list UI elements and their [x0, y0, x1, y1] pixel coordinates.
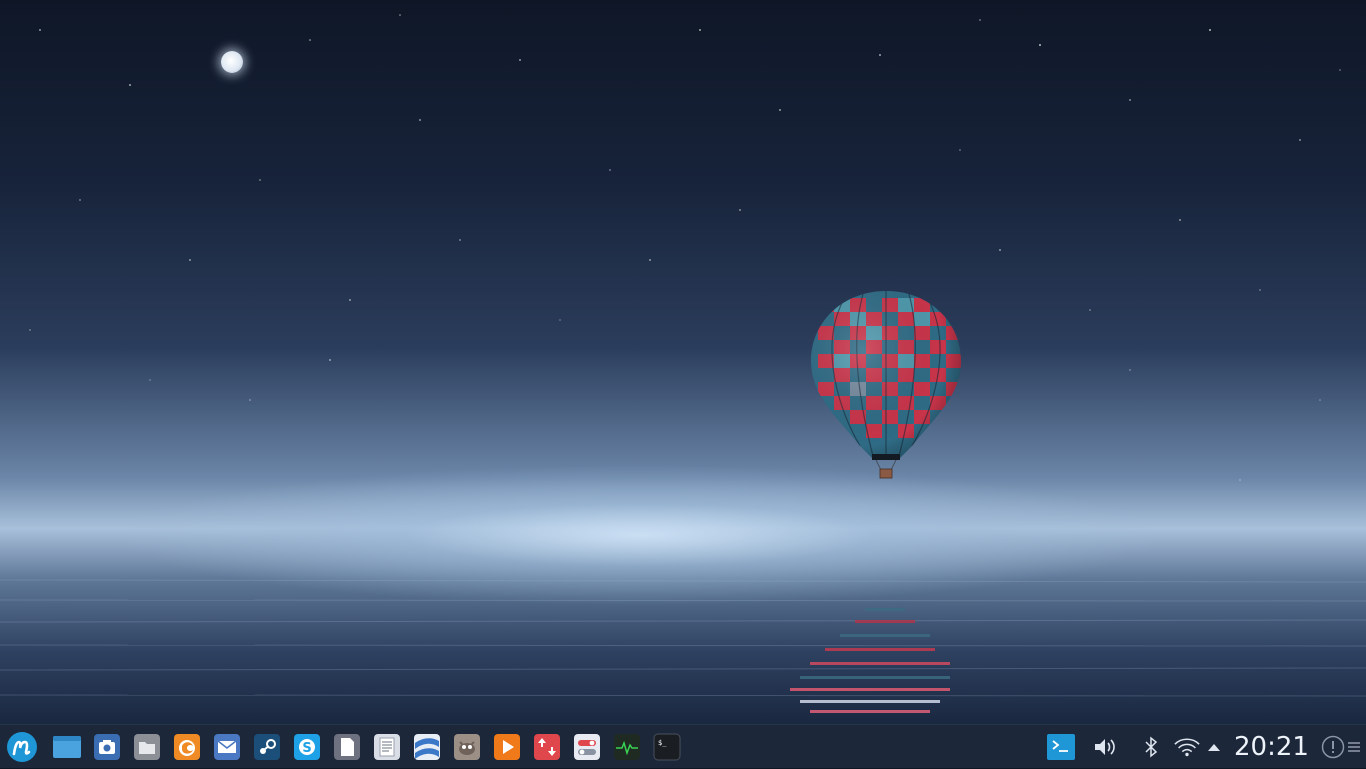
hot-air-balloon-icon	[811, 291, 961, 479]
moon-icon	[221, 51, 243, 73]
system-tray: 20:21	[1021, 725, 1366, 769]
terminal-icon[interactable]: $_	[652, 732, 682, 762]
digital-clock[interactable]: 20:21	[1234, 731, 1309, 763]
google-earth-icon[interactable]	[412, 732, 442, 762]
screenshot-camera-icon[interactable]	[92, 732, 122, 762]
desktop-wallpaper	[0, 0, 1366, 724]
wifi-icon[interactable]	[1173, 734, 1201, 760]
firefox-icon[interactable]	[172, 732, 202, 762]
skype-icon[interactable]: S	[292, 732, 322, 762]
balloon-reflection	[790, 608, 950, 713]
taskbar: S $_ 20:21	[0, 724, 1366, 768]
bluetooth-icon[interactable]	[1137, 734, 1165, 760]
gimp-icon[interactable]	[452, 732, 482, 762]
transfer-icon[interactable]	[532, 732, 562, 762]
document-icon[interactable]	[332, 732, 362, 762]
desktop-folder-icon[interactable]	[52, 732, 82, 762]
text-editor-icon[interactable]	[372, 732, 402, 762]
file-manager-icon[interactable]	[132, 732, 162, 762]
task-manager: S $_	[52, 732, 692, 762]
svg-text:S: S	[302, 741, 311, 756]
water-surface	[0, 579, 1366, 697]
tray-expand-icon[interactable]	[1205, 734, 1223, 760]
svg-text:$_: $_	[658, 739, 667, 747]
mail-icon[interactable]	[212, 732, 242, 762]
settings-toggles-icon[interactable]	[572, 732, 602, 762]
notifications-icon[interactable]	[1319, 734, 1347, 760]
hamburger-menu-icon[interactable]	[1345, 734, 1363, 760]
system-monitor-icon[interactable]	[612, 732, 642, 762]
application-launcher-icon[interactable]	[6, 731, 38, 763]
media-player-icon[interactable]	[492, 732, 522, 762]
stars-background	[29, 14, 1341, 481]
volume-icon[interactable]	[1091, 734, 1119, 760]
steam-icon[interactable]	[252, 732, 282, 762]
dropdown-terminal-icon[interactable]	[1047, 734, 1075, 760]
